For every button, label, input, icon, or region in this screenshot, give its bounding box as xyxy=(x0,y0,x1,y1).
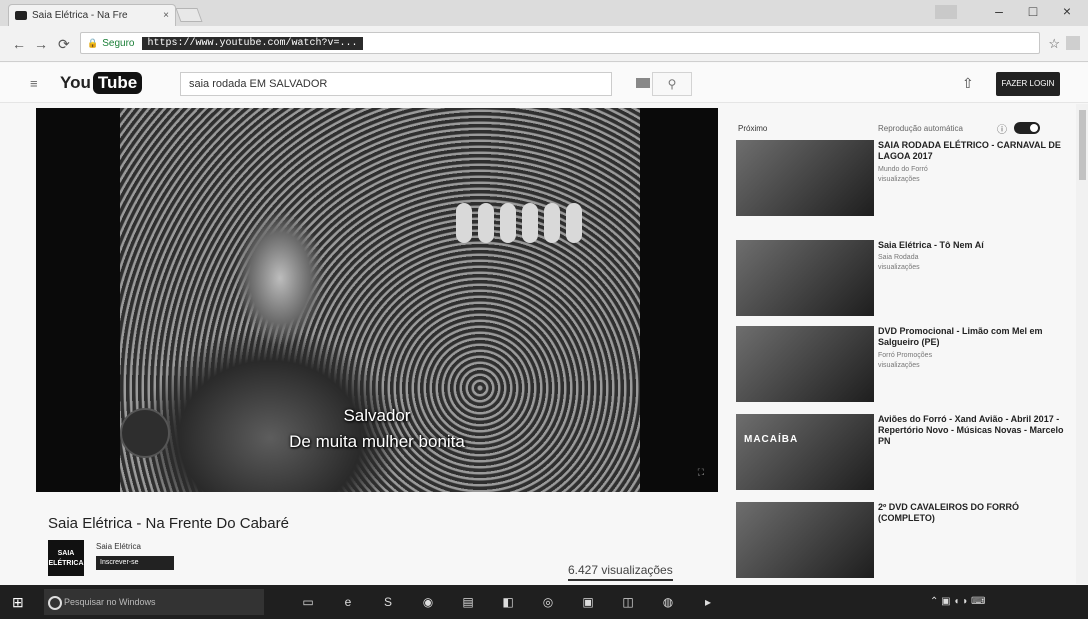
address-bar[interactable]: 🔒 Seguro https://www.youtube.com/watch?v… xyxy=(80,32,1040,54)
security-label: Seguro xyxy=(102,37,135,49)
recommended-views: visualizações xyxy=(878,362,920,369)
profile-chip[interactable] xyxy=(935,5,957,19)
windows-start-icon[interactable]: ⊞ xyxy=(12,594,24,611)
scrollbar-thumb[interactable] xyxy=(1079,110,1086,180)
autoplay-toggle[interactable] xyxy=(1014,122,1040,134)
lock-icon: 🔒 xyxy=(87,37,99,48)
recommended-title[interactable]: 2º DVD CAVALEIROS DO FORRÓ (COMPLETO) xyxy=(878,502,1074,524)
video-title: Saia Elétrica - Na Frente Do Cabaré xyxy=(48,515,289,532)
windows-taskbar: ⊞ Pesquisar no Windows ▭ e S ◉ ▤ ◧ ◎ ▣ ◫… xyxy=(0,585,1088,619)
bookmark-star-icon[interactable]: ☆ xyxy=(1048,36,1060,52)
video-thumbnail[interactable] xyxy=(736,502,874,578)
photos-icon[interactable]: ▣ xyxy=(580,594,596,610)
recommended-title[interactable]: DVD Promocional - Limão com Mel em Salgu… xyxy=(878,326,1074,348)
recommended-video[interactable]: MACAÍBA Aviões do Forró - Xand Avião - A… xyxy=(736,414,1076,494)
avatar-line-2: ELÉTRICA xyxy=(48,560,84,567)
subtitle-line-2: De muita mulher bonita xyxy=(289,432,465,451)
menu-icon[interactable]: ≡ xyxy=(30,76,38,91)
back-arrow-icon[interactable]: ← xyxy=(12,36,26,52)
upload-icon[interactable]: ⇧ xyxy=(962,75,974,92)
recommended-views: visualizações xyxy=(878,264,920,271)
recommended-title[interactable]: Aviões do Forró - Xand Avião - Abril 201… xyxy=(878,414,1074,447)
recommended-title[interactable]: Saia Elétrica - Tô Nem Aí xyxy=(878,240,1074,251)
fullscreen-icon[interactable]: ⛶ xyxy=(698,467,704,478)
youtube-favicon-icon xyxy=(15,11,27,20)
recommended-video[interactable]: DVD Promocional - Limão com Mel em Salgu… xyxy=(736,326,1076,406)
minimize-button[interactable]: – xyxy=(984,3,1014,19)
video-frame-banners xyxy=(456,203,582,243)
new-tab-button[interactable] xyxy=(175,8,203,22)
video-thumbnail[interactable]: MACAÍBA xyxy=(736,414,874,490)
tab-title: Saia Elétrica - Na Fre xyxy=(32,10,128,21)
url-text[interactable]: https://www.youtube.com/watch?v=... xyxy=(142,36,363,50)
channel-avatar[interactable]: SAIA ELÉTRICA xyxy=(48,540,84,576)
app-icon[interactable]: ◫ xyxy=(620,594,636,610)
recommended-channel: Forró Promoções xyxy=(878,352,933,359)
recommended-video[interactable]: SAIA RODADA ELÉTRICO - CARNAVAL DE LAGOA… xyxy=(736,140,1076,220)
keyboard-icon[interactable] xyxy=(636,78,650,88)
recommended-video[interactable]: Saia Elétrica - Tô Nem Aí Saia Rodada vi… xyxy=(736,240,1076,320)
subtitle-line-1: Salvador xyxy=(343,406,411,425)
system-tray-icons[interactable]: ⌃ ▣ ◖ ◗ ⌨ xyxy=(930,596,985,607)
view-count: 6.427 visualizações xyxy=(568,563,673,581)
skype-icon[interactable]: S xyxy=(380,594,396,610)
video-player[interactable]: Salvador De muita mulher bonita ⛶ xyxy=(36,108,718,492)
search-icon: ⚲ xyxy=(667,77,677,91)
info-icon[interactable]: ⓘ xyxy=(997,121,1007,136)
recommended-video[interactable]: 2º DVD CAVALEIROS DO FORRÓ (COMPLETO) xyxy=(736,502,1076,582)
sign-in-button[interactable]: FAZER LOGIN xyxy=(996,72,1060,96)
recommended-channel: Mundo do Forró xyxy=(878,166,928,173)
pinned-app-icon[interactable]: ▸ xyxy=(700,594,716,610)
store-icon[interactable]: ◧ xyxy=(500,594,516,610)
youtube-logo[interactable]: You Tube xyxy=(60,72,143,94)
search-button[interactable]: ⚲ xyxy=(652,72,692,96)
tab-bar: Saia Elétrica - Na Fre × – □ × xyxy=(0,0,1088,26)
youtube-header: ≡ You Tube saia rodada EM SALVADOR ⚲ ⇧ F… xyxy=(0,63,1088,103)
logo-tube: Tube xyxy=(92,72,143,94)
close-window-button[interactable]: × xyxy=(1052,3,1082,19)
browser-tab[interactable]: Saia Elétrica - Na Fre × xyxy=(8,4,176,26)
recommended-title[interactable]: SAIA RODADA ELÉTRICO - CARNAVAL DE LAGOA… xyxy=(878,140,1074,162)
autoplay-label: Reprodução automática xyxy=(878,124,963,133)
video-thumbnail[interactable] xyxy=(736,140,874,216)
browser-toolbar: ← → ⟳ 🔒 Seguro https://www.youtube.com/w… xyxy=(0,26,1088,62)
media-icon[interactable]: ◎ xyxy=(540,594,556,610)
channel-name[interactable]: Saia Elétrica xyxy=(96,542,141,551)
task-view-icon[interactable]: ▭ xyxy=(300,594,316,610)
search-input[interactable]: saia rodada EM SALVADOR xyxy=(180,72,612,96)
edge-icon[interactable]: e xyxy=(340,594,356,610)
maximize-button[interactable]: □ xyxy=(1018,3,1048,19)
tab-close-icon[interactable]: × xyxy=(163,10,169,21)
video-thumbnail[interactable] xyxy=(736,240,874,316)
reload-icon[interactable]: ⟳ xyxy=(58,36,70,53)
extension-icon[interactable] xyxy=(1066,36,1080,50)
recommended-views: visualizações xyxy=(878,176,920,183)
taskbar-search-box[interactable]: Pesquisar no Windows xyxy=(44,589,264,615)
avatar-line-1: SAIA xyxy=(57,550,75,557)
logo-you: You xyxy=(60,73,91,92)
recommended-channel: Saia Rodada xyxy=(878,254,919,261)
file-explorer-icon[interactable]: ▤ xyxy=(460,594,476,610)
video-thumbnail[interactable] xyxy=(736,326,874,402)
chrome-icon[interactable]: ◉ xyxy=(420,594,436,610)
subscribe-button[interactable]: Inscrever-se xyxy=(96,556,174,570)
browser-window: Saia Elétrica - Na Fre × – □ × ← → ⟳ 🔒 S… xyxy=(0,0,1088,619)
thumbnail-caption: MACAÍBA xyxy=(744,434,799,445)
browser-app-icon[interactable]: ◍ xyxy=(660,594,676,610)
up-next-label: Próximo xyxy=(738,124,768,133)
forward-arrow-icon[interactable]: → xyxy=(34,36,48,52)
